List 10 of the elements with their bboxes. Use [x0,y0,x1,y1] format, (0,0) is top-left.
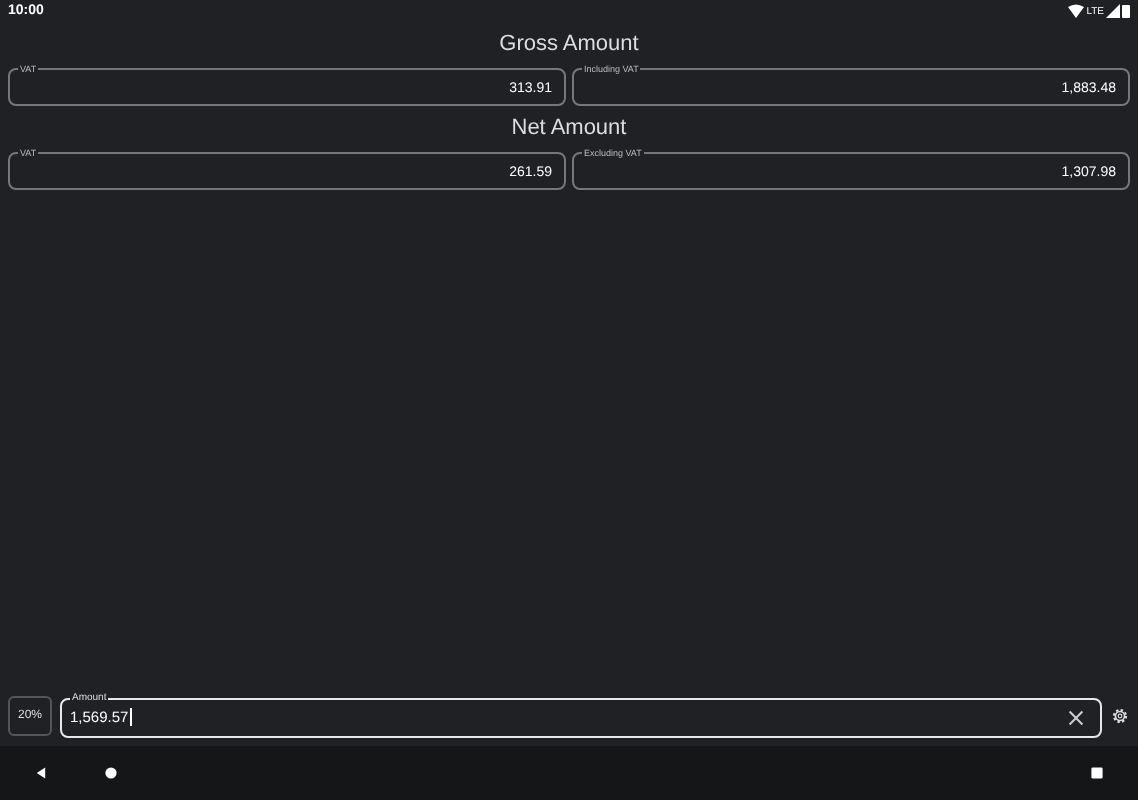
back-icon[interactable] [34,766,48,780]
home-icon[interactable] [104,766,118,780]
clear-icon[interactable] [1068,709,1084,725]
battery-icon [1122,4,1130,18]
wifi-icon [1068,4,1085,18]
recents-icon[interactable] [1090,766,1104,780]
settings-icon[interactable] [1110,706,1130,726]
section-title: Gross Amount [497,30,641,60]
section-title: Net Amount [509,114,629,144]
signal-icon [1106,4,1120,18]
